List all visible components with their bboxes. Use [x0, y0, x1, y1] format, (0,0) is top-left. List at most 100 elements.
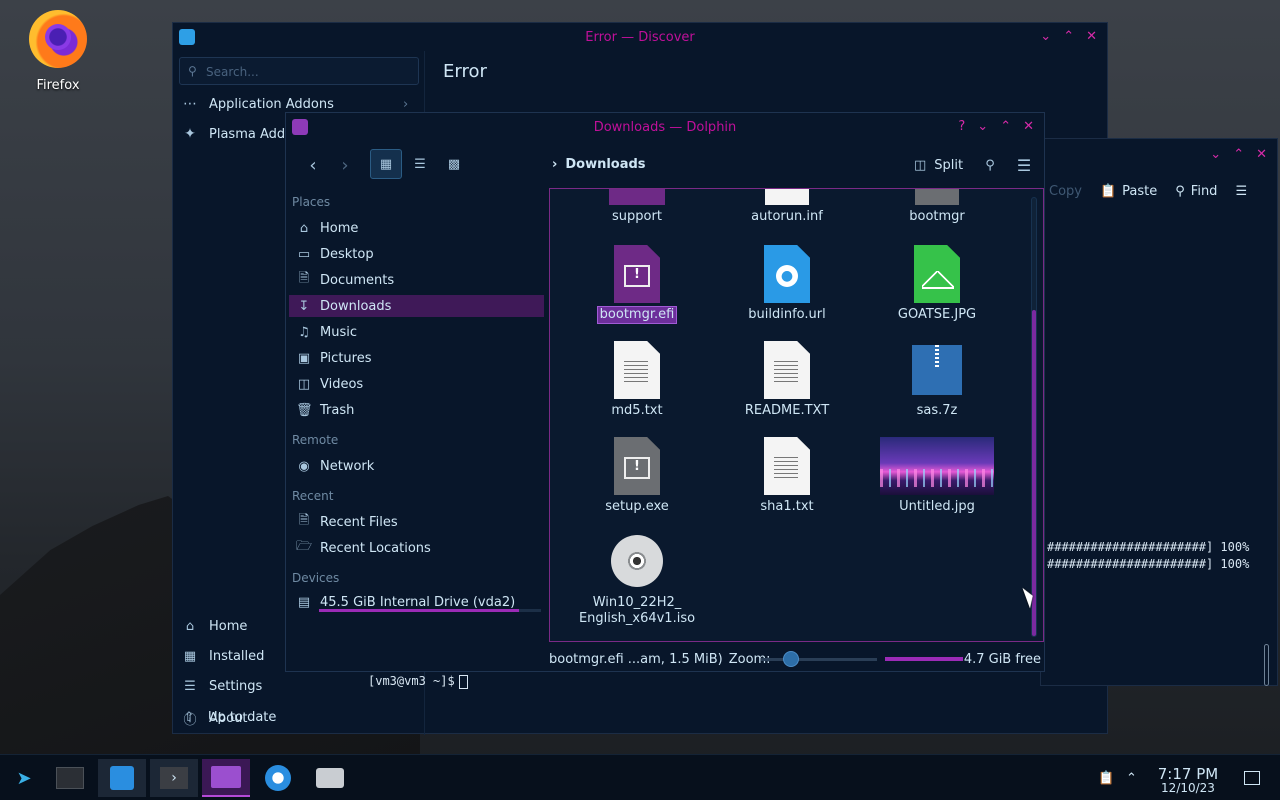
file-item[interactable]: sha1.txt	[712, 437, 862, 515]
task-discover[interactable]	[98, 759, 146, 797]
places-item-documents[interactable]: 🗎 Documents	[289, 269, 544, 291]
file-name: md5.txt	[611, 403, 663, 418]
breadcrumb-downloads[interactable]: Downloads	[565, 157, 645, 172]
konsole-toolbar: Copy 📋 Paste ⚲ Find ☰	[1041, 179, 1277, 203]
file-item[interactable]: README.TXT	[712, 341, 862, 419]
clock-date: 12/10/23	[1161, 781, 1215, 795]
file-item[interactable]: autorun.inf	[712, 189, 862, 225]
discover-title: Error — Discover	[585, 29, 695, 45]
home-icon: ⌂	[299, 220, 309, 236]
file-item[interactable]: md5.txt	[562, 341, 712, 419]
discover-nav-home[interactable]: ⌂ Home	[181, 619, 248, 634]
app-launcher-button[interactable]: ➤	[0, 759, 48, 797]
file-item[interactable]: Untitled.jpg	[862, 437, 1012, 515]
file-item[interactable]: ! setup.exe	[562, 437, 712, 515]
tray-expand[interactable]: ⌃	[1126, 755, 1137, 800]
zoom-slider-track[interactable]	[761, 658, 877, 661]
close-icon[interactable]: ✕	[1023, 119, 1034, 134]
file-name: sas.7z	[916, 403, 958, 418]
file-item[interactable]: GOATSE.JPG	[862, 245, 1012, 323]
file-name: GOATSE.JPG	[897, 307, 977, 322]
maximize-icon[interactable]: ⌃	[1000, 119, 1011, 134]
task-dolphin[interactable]	[202, 759, 250, 797]
compact-view-button[interactable]: ☰	[408, 149, 432, 179]
hamburger-menu-icon[interactable]: ☰	[1014, 153, 1034, 177]
places-item-network[interactable]: ◉ Network	[289, 455, 544, 477]
file-item[interactable]: sas.7z	[862, 341, 1012, 419]
close-icon[interactable]: ✕	[1086, 29, 1097, 44]
forward-icon[interactable]: ›	[334, 153, 356, 177]
free-space-bar	[885, 657, 963, 661]
breadcrumb[interactable]: › Downloads	[552, 157, 646, 172]
file-item[interactable]: bootmgr	[862, 189, 1012, 225]
music-icon: ♫	[298, 324, 310, 340]
places-item-label: Home	[320, 220, 359, 236]
discover-nav-up-to-date[interactable]: ⇧ Up to date	[180, 710, 277, 725]
zoom-slider-handle[interactable]	[783, 651, 799, 667]
tray-clipboard[interactable]: 📋	[1098, 755, 1114, 800]
places-item-label: Downloads	[320, 298, 392, 314]
file-item[interactable]: support	[562, 189, 712, 225]
desktop-firefox[interactable]: Firefox	[20, 10, 96, 93]
help-icon[interactable]: ?	[958, 119, 965, 134]
places-item-music[interactable]: ♫ Music	[289, 321, 544, 343]
search-icon[interactable]: ⚲	[980, 153, 1000, 177]
places-item-home[interactable]: ⌂ Home	[289, 217, 544, 239]
discover-titlebar[interactable]: Error — Discover ⌄ ⌃ ✕	[173, 23, 1107, 51]
minimize-icon[interactable]: ⌄	[977, 119, 988, 134]
close-icon[interactable]: ✕	[1256, 147, 1267, 162]
places-item-desktop[interactable]: ▭ Desktop	[289, 243, 544, 265]
maximize-icon[interactable]: ⌃	[1063, 29, 1074, 44]
status-selection-text: bootmgr.efi ...am, 1.5 MiB)	[549, 651, 723, 667]
drive-usage-bar	[319, 609, 541, 612]
task-printer[interactable]	[306, 759, 354, 797]
places-item-recent-files[interactable]: 🗎 Recent Files	[289, 511, 544, 533]
copy-button[interactable]: Copy	[1049, 184, 1082, 199]
places-item-label: Music	[320, 324, 357, 340]
hamburger-menu-icon[interactable]: ☰	[1235, 184, 1247, 199]
file-item[interactable]: ● buildinfo.url	[712, 245, 862, 323]
terminal-prompt[interactable]: [vm3@vm3 ~]$	[368, 674, 468, 689]
places-item-trash[interactable]: 🗑 Trash	[289, 399, 544, 421]
sidebar-item-label: Application Addons	[209, 96, 334, 112]
discover-search-placeholder: Search...	[206, 65, 259, 79]
places-item-label: Desktop	[320, 246, 374, 262]
tree-icon: ▩	[447, 156, 461, 172]
split-button[interactable]: ◫ Split	[914, 153, 963, 177]
discover-app-icon	[179, 29, 195, 45]
launcher-icon: ➤	[16, 767, 32, 789]
task-browser[interactable]	[254, 759, 302, 797]
maximize-icon[interactable]: ⌃	[1233, 147, 1244, 162]
discover-nav-installed[interactable]: ▦ Installed	[181, 649, 265, 664]
places-item-videos[interactable]: ◫ Videos	[289, 373, 544, 395]
sidebar-item-plasma-addons[interactable]: ✦ Plasma Addo	[181, 125, 293, 143]
icons-view-button[interactable]: ▦	[370, 149, 402, 179]
paste-button[interactable]: 📋 Paste	[1100, 184, 1157, 199]
places-item-label: Recent Locations	[320, 540, 431, 556]
dolphin-titlebar[interactable]: Downloads — Dolphin ? ⌄ ⌃ ✕	[286, 113, 1044, 141]
details-view-button[interactable]: ▩	[442, 149, 466, 179]
back-icon[interactable]: ‹	[302, 153, 324, 177]
places-item-pictures[interactable]: ▣ Pictures	[289, 347, 544, 369]
find-button[interactable]: ⚲ Find	[1175, 184, 1217, 199]
file-view[interactable]: support autorun.inf bootmgr ! bootmgr.ef…	[549, 188, 1044, 642]
file-item[interactable]: Win10_22H2_ English_x64v1.iso	[562, 535, 712, 627]
clock[interactable]: 7:17 PM 12/10/23	[1150, 765, 1226, 795]
url-icon: ●	[764, 245, 810, 303]
discover-nav-settings[interactable]: ☰ Settings	[181, 679, 262, 694]
text-file-icon	[764, 437, 810, 495]
file-item-selected[interactable]: ! bootmgr.efi	[562, 245, 712, 324]
task-konsole[interactable]: ›	[150, 759, 198, 797]
taskbar: ➤ › 📋 ⌃ 7:17 PM 12/10/23	[0, 754, 1280, 800]
places-item-downloads[interactable]: ↧ Downloads	[289, 295, 544, 317]
konsole-scrollbar[interactable]	[1264, 644, 1269, 686]
minimize-icon[interactable]: ⌄	[1210, 147, 1221, 162]
discover-search-input[interactable]: ⚲ Search...	[179, 57, 419, 85]
places-item-recent-locations[interactable]: 🗁 Recent Locations	[289, 537, 544, 559]
sidebar-item-application-addons[interactable]: ⋯ Application Addons ›	[181, 95, 408, 113]
image-icon	[914, 245, 960, 303]
task-system-settings[interactable]	[46, 759, 94, 797]
file-view-scrollbar[interactable]	[1031, 197, 1037, 637]
show-desktop-button[interactable]	[1244, 755, 1260, 800]
minimize-icon[interactable]: ⌄	[1040, 29, 1051, 44]
